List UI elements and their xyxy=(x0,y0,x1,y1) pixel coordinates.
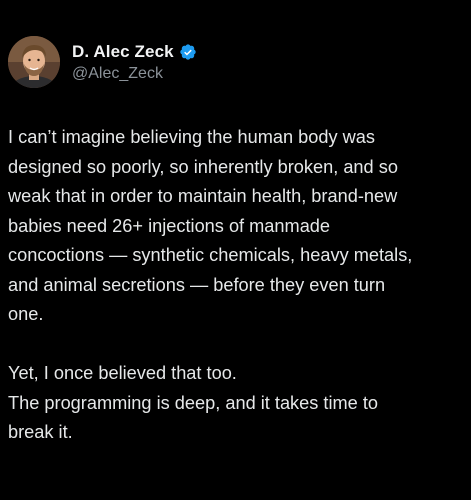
verified-badge-icon xyxy=(179,43,197,61)
handle[interactable]: @Alec_Zeck xyxy=(72,65,197,83)
tweet-line: Yet, I once believed that too. xyxy=(8,363,237,383)
avatar[interactable] xyxy=(8,36,60,88)
tweet-header: D. Alec Zeck @Alec_Zeck xyxy=(8,36,197,88)
author-names: D. Alec Zeck @Alec_Zeck xyxy=(72,41,197,83)
tweet-line: and animal secretions — before they even… xyxy=(8,274,386,295)
display-name[interactable]: D. Alec Zeck xyxy=(72,42,174,62)
tweet-line: weak that in order to maintain health, b… xyxy=(8,186,398,206)
avatar-image xyxy=(8,36,60,88)
tweet-line: designed so poorly, so inherently broken… xyxy=(8,156,398,177)
tweet-line: The programming is deep, and it takes ti… xyxy=(8,392,378,413)
name-row: D. Alec Zeck xyxy=(72,41,197,63)
tweet-line: concoctions — synthetic chemicals, heavy… xyxy=(8,245,413,265)
tweet-line: I can’t imagine believing the human body… xyxy=(8,127,376,147)
tweet-line: babies need 26+ injections of manmade xyxy=(8,215,331,236)
tweet-line: one. xyxy=(8,304,44,324)
tweet: D. Alec Zeck @Alec_Zeck I can’t imagine … xyxy=(0,0,471,500)
tweet-text: I can’t imagine believing the human body… xyxy=(8,123,470,448)
tweet-line: break it. xyxy=(8,422,73,442)
